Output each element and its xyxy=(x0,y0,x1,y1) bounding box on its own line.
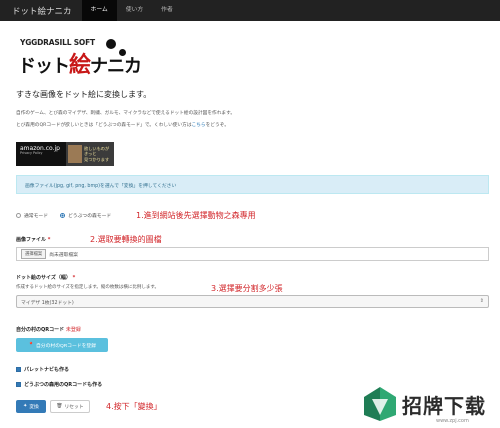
pin-icon: 📍 xyxy=(28,342,34,348)
size-label: ドット絵のサイズ（幅） * xyxy=(16,275,76,281)
ad-badge-text: 欲しいものが きっと 見つかります xyxy=(84,146,110,162)
watermark-logo-icon xyxy=(364,387,396,421)
info-alert: 画像ファイル(jpg, gif, png, bmp)を選んで「変換」を押してくだ… xyxy=(16,175,489,194)
intro-paragraph-1: 自作のゲーム、とび森のマイデザ、刺繍、ガルモ、マイクラなどで使えるドット絵の設計… xyxy=(16,111,236,116)
select-arrows-icon: ⇕ xyxy=(479,298,484,304)
watermark-url: www.zpj.com xyxy=(436,418,469,424)
ad-badge[interactable]: 欲しいものが きっと 見つかります xyxy=(66,142,114,166)
intro-lead: すきな画像をドット絵に変換します。 xyxy=(16,90,152,99)
logo-publisher: YGGDRASILL SOFT xyxy=(20,38,95,47)
usage-link[interactable]: こちら xyxy=(192,123,206,128)
file-label: 画像ファイル * xyxy=(16,237,51,243)
ad-image-icon xyxy=(68,145,82,163)
logo-dot-icon xyxy=(106,39,116,49)
trash-icon: 🗑 xyxy=(56,404,63,409)
nav-usage[interactable]: 使い方 xyxy=(117,0,152,21)
qr-code-label: どうぶつの森用のQRコードも作る xyxy=(24,382,103,388)
file-input[interactable]: 選擇檔案 尚未選取檔案 xyxy=(16,247,489,261)
radio-animal-crossing-mode[interactable] xyxy=(60,213,65,218)
watermark-text: 招牌下载 xyxy=(402,393,486,418)
amazon-banner[interactable]: amazon.co.jp Privacy Policy xyxy=(16,142,66,166)
register-qr-button[interactable]: 📍 自分の村のQRコードを登録 xyxy=(16,338,108,352)
size-select[interactable]: マイデザ 1枚(32ドット) ⇕ xyxy=(16,295,489,308)
palette-navi-check[interactable]: パレットナビも作る xyxy=(16,366,69,373)
file-status: 尚未選取檔案 xyxy=(49,252,78,258)
nav-author[interactable]: 作者 xyxy=(152,0,182,21)
palette-navi-checkbox[interactable] xyxy=(16,367,21,372)
mode-selector: 通常モード どうぶつの森モード xyxy=(16,212,111,219)
top-navbar: ドット絵ナニカ ホーム 使い方 作者 xyxy=(0,0,500,21)
radio-normal-mode[interactable] xyxy=(16,213,21,218)
annotation-step-4: 4.按下「變換」 xyxy=(106,402,162,411)
brand-link[interactable]: ドット絵ナニカ xyxy=(0,5,82,17)
radio-animal-crossing-label: どうぶつの森モード xyxy=(68,214,112,219)
palette-navi-label: パレットナビも作る xyxy=(24,367,70,373)
reset-button[interactable]: 🗑 リセット xyxy=(50,400,90,413)
size-select-value: マイデザ 1枚(32ドット) xyxy=(21,301,74,306)
site-logo: YGGDRASILL SOFT ドット絵ナニカ xyxy=(16,36,142,86)
convert-button[interactable]: ✦ 変換 xyxy=(16,400,46,413)
annotation-step-1: 1.進到網站後先選擇動物之森專用 xyxy=(136,211,256,220)
annotation-step-3: 3.選擇要分割多少張 xyxy=(211,284,283,293)
convert-icon: ✦ xyxy=(23,404,28,409)
choose-file-button[interactable]: 選擇檔案 xyxy=(21,249,47,259)
qr-code-checkbox[interactable] xyxy=(16,382,21,387)
radio-normal-label: 通常モード xyxy=(24,214,48,219)
logo-dot-icon xyxy=(119,49,126,56)
annotation-step-2: 2.選取要轉換的圖檔 xyxy=(90,235,162,244)
amazon-privacy-text: Privacy Policy xyxy=(20,151,43,156)
nav-home[interactable]: ホーム xyxy=(81,0,117,21)
intro-paragraph-2: とび森用のQRコードが欲しいときは「どうぶつの森モード」で。くわしい使い方はこち… xyxy=(16,123,230,128)
qr-code-check[interactable]: どうぶつの森用のQRコードも作る xyxy=(16,381,102,388)
size-help: 作成するドット絵のサイズを指定します。縦の枚数は横に比例します。 xyxy=(16,285,159,290)
qr-label: 自分の村のQRコード 未登録 xyxy=(16,327,81,333)
